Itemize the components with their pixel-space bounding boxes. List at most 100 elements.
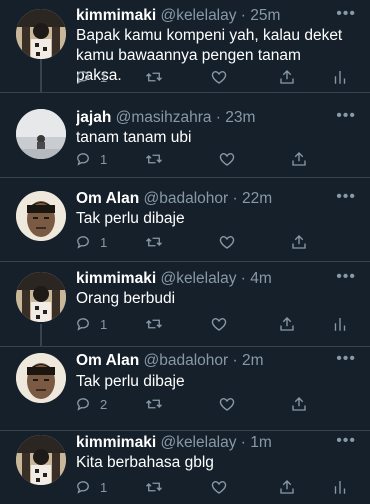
reply-count: 1 [100,234,108,250]
timestamp[interactable]: 1m [250,434,272,451]
share-button[interactable] [278,313,296,335]
reply-count: 1 [100,316,108,332]
thread-line [40,58,42,93]
thread-line [40,324,42,347]
tweet[interactable]: Om Alan @badalohor · 2m ••• Tak perlu di… [0,347,370,431]
reply-button[interactable]: 1 [74,66,107,88]
reply-button[interactable]: 1 [74,231,107,253]
share-button[interactable] [278,476,296,498]
retweet-icon [144,150,164,168]
retweet-icon [144,315,164,333]
retweet-button[interactable] [144,476,164,498]
more-icon[interactable]: ••• [336,432,356,450]
avatar[interactable] [16,353,66,403]
more-icon[interactable]: ••• [336,107,356,125]
retweet-button[interactable] [144,66,164,88]
like-icon [210,478,228,496]
author-handle[interactable]: @kelelalay [160,270,236,287]
tweet[interactable]: kimmimaki @kelelalay · 1m ••• Kita berba… [0,431,370,504]
more-icon[interactable]: ••• [336,350,356,368]
like-button[interactable] [210,313,228,335]
reply-icon [74,315,92,333]
tweet-text: Kita berbahasa gblg [76,454,214,471]
share-icon [278,315,296,333]
author-handle[interactable]: @badalohor [143,352,228,369]
author-handle[interactable]: @kelelalay [160,434,236,451]
analytics-button[interactable] [332,66,348,88]
tweet[interactable]: kimmimaki @kelelalay · 25m ••• Bapak kam… [0,0,370,93]
reply-icon [74,233,92,251]
share-button[interactable] [290,148,308,170]
timestamp[interactable]: 4m [250,270,272,287]
tweet[interactable]: Om Alan @badalohor · 22m ••• Tak perlu d… [0,178,370,262]
author-name[interactable]: kimmimaki [76,7,156,24]
retweet-button[interactable] [144,148,164,170]
timestamp[interactable]: 22m [242,190,272,207]
author-name[interactable]: Om Alan [76,190,139,207]
share-button[interactable] [278,66,296,88]
author-handle[interactable]: @kelelalay [160,7,236,24]
author-name[interactable]: Om Alan [76,352,139,369]
like-button[interactable] [210,476,228,498]
separator: · [211,109,226,126]
retweet-button[interactable] [144,313,164,335]
timestamp[interactable]: 2m [242,352,264,369]
share-button[interactable] [290,231,308,253]
share-icon [290,150,308,168]
retweet-button[interactable] [144,231,164,253]
avatar[interactable] [16,435,66,485]
author-name[interactable]: kimmimaki [76,434,156,451]
author-name[interactable]: jajah [76,109,111,126]
analytics-button[interactable] [332,476,348,498]
retweet-button[interactable] [144,393,164,415]
author-handle[interactable]: @badalohor [143,190,228,207]
like-button[interactable] [210,66,228,88]
tweet-text: Orang berbudi [76,290,176,307]
like-button[interactable] [218,393,236,415]
like-button[interactable] [218,148,236,170]
reply-icon [74,478,92,496]
tweet-actions: 1 [68,148,356,170]
timestamp[interactable]: 23m [225,109,255,126]
avatar[interactable] [16,9,66,59]
like-button[interactable] [218,231,236,253]
reply-count: 1 [100,479,108,495]
reply-button[interactable]: 1 [74,313,107,335]
separator: · [236,270,251,287]
tweet[interactable]: kimmimaki @kelelalay · 4m ••• Orang berb… [0,262,370,347]
separator: · [236,7,251,24]
more-icon[interactable]: ••• [336,188,356,206]
author-handle[interactable]: @masihzahra [116,109,212,126]
analytics-button[interactable] [332,313,348,335]
like-icon [218,233,236,251]
timestamp[interactable]: 25m [250,7,280,24]
tweet-text: Tak perlu dibaje [76,373,185,390]
avatar[interactable] [16,191,66,241]
reply-count: 1 [100,69,108,85]
reply-button[interactable]: 1 [74,148,107,170]
more-icon[interactable]: ••• [336,5,356,23]
reply-button[interactable]: 1 [74,476,107,498]
share-icon [278,68,296,86]
share-icon [290,233,308,251]
share-button[interactable] [290,393,308,415]
tweet[interactable]: jajah @masihzahra · 23m ••• tanam tanam … [0,93,370,178]
reply-button[interactable]: 2 [74,393,107,415]
reply-count: 1 [100,151,108,167]
reply-icon [74,395,92,413]
reply-icon [74,68,92,86]
separator: · [228,190,242,207]
tweet-actions: 1 [68,476,356,498]
author-name[interactable]: kimmimaki [76,270,156,287]
share-icon [278,478,296,496]
like-icon [210,315,228,333]
tweet-actions: 1 [68,313,356,335]
separator: · [228,352,242,369]
retweet-icon [144,68,164,86]
more-icon[interactable]: ••• [336,268,356,286]
avatar[interactable] [16,272,66,322]
reply-icon [74,150,92,168]
like-icon [218,150,236,168]
avatar[interactable] [16,109,66,159]
like-icon [218,395,236,413]
